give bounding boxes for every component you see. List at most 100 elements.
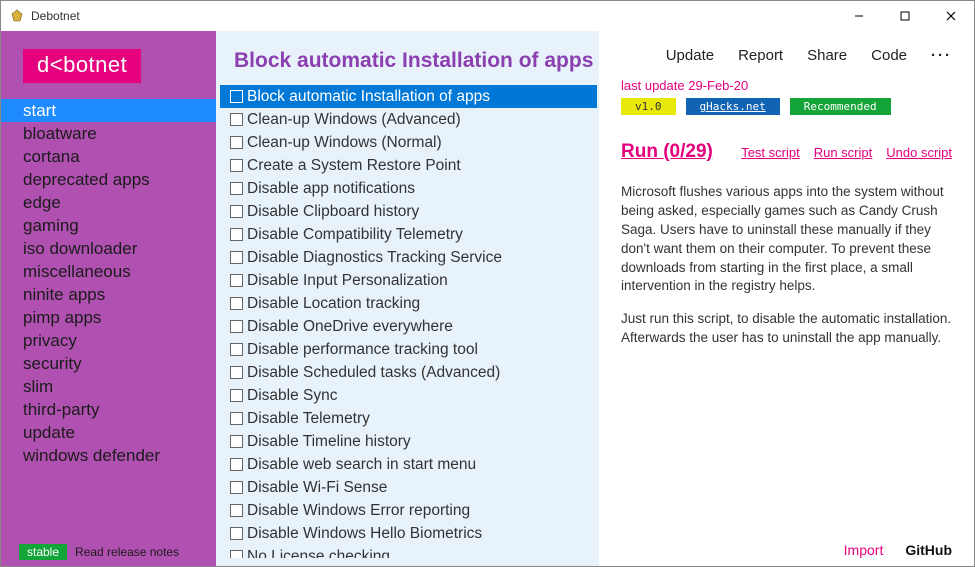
undo-script-link[interactable]: Undo script	[886, 145, 952, 160]
sidebar-footer: stable Read release notes	[1, 544, 216, 560]
list-item[interactable]: Disable performance tracking tool	[220, 338, 597, 361]
checkbox-icon[interactable]	[230, 205, 243, 218]
list-item[interactable]: Block automatic Installation of apps	[220, 85, 597, 108]
list-item-label: Disable Scheduled tasks (Advanced)	[247, 364, 500, 382]
checkbox-icon[interactable]	[230, 136, 243, 149]
checkbox-icon[interactable]	[230, 159, 243, 172]
last-update: last update 29-Feb-20	[621, 78, 952, 93]
stable-badge: stable	[19, 544, 67, 560]
code-link[interactable]: Code	[871, 47, 907, 64]
checkbox-icon[interactable]	[230, 274, 243, 287]
titlebar: Debotnet	[1, 1, 974, 31]
checkbox-icon[interactable]	[230, 435, 243, 448]
sidebar-item-gaming[interactable]: gaming	[1, 214, 216, 237]
window-title: Debotnet	[31, 9, 80, 23]
source-badge[interactable]: gHacks.net	[686, 98, 780, 115]
list-item[interactable]: Disable Input Personalization	[220, 269, 597, 292]
list-item[interactable]: Disable Telemetry	[220, 407, 597, 430]
list-item-label: Create a System Restore Point	[247, 157, 461, 175]
list-item-label: Disable Telemetry	[247, 410, 370, 428]
share-link[interactable]: Share	[807, 47, 847, 64]
description-p2: Just run this script, to disable the aut…	[621, 310, 952, 348]
recommended-badge: Recommended	[790, 98, 891, 115]
version-badge: v1.0	[621, 98, 676, 115]
list-item[interactable]: Disable Location tracking	[220, 292, 597, 315]
list-item[interactable]: Disable Windows Hello Biometrics	[220, 522, 597, 545]
sidebar-item-ninite-apps[interactable]: ninite apps	[1, 283, 216, 306]
description-p1: Microsoft flushes various apps into the …	[621, 183, 952, 296]
run-button[interactable]: Run (0/29)	[621, 141, 713, 163]
checkbox-icon[interactable]	[230, 90, 243, 103]
test-script-link[interactable]: Test script	[741, 145, 800, 160]
sidebar-item-update[interactable]: update	[1, 421, 216, 444]
sidebar-item-edge[interactable]: edge	[1, 191, 216, 214]
details-panel: Update Report Share Code ··· last update…	[599, 31, 974, 566]
list-item-label: Disable web search in start menu	[247, 456, 476, 474]
sidebar-item-pimp-apps[interactable]: pimp apps	[1, 306, 216, 329]
list-item[interactable]: Disable Clipboard history	[220, 200, 597, 223]
nav-list: startbloatwarecortanadeprecated appsedge…	[1, 99, 216, 467]
list-item[interactable]: Disable Diagnostics Tracking Service	[220, 246, 597, 269]
list-item[interactable]: Disable Scheduled tasks (Advanced)	[220, 361, 597, 384]
list-item-label: Disable app notifications	[247, 180, 415, 198]
list-item-label: Disable Clipboard history	[247, 203, 419, 221]
report-link[interactable]: Report	[738, 47, 783, 64]
description: Microsoft flushes various apps into the …	[621, 183, 952, 362]
sidebar-item-security[interactable]: security	[1, 352, 216, 375]
script-list[interactable]: Block automatic Installation of apps Clea…	[220, 85, 599, 558]
sidebar-item-privacy[interactable]: privacy	[1, 329, 216, 352]
import-link[interactable]: Import	[844, 542, 884, 558]
checkbox-icon[interactable]	[230, 297, 243, 310]
checkbox-icon[interactable]	[230, 320, 243, 333]
release-notes-link[interactable]: Read release notes	[75, 545, 179, 559]
list-item[interactable]: Disable Compatibility Telemetry	[220, 223, 597, 246]
maximize-button[interactable]	[882, 1, 928, 31]
list-item-label: Disable Input Personalization	[247, 272, 448, 290]
list-item[interactable]: Clean-up Windows (Advanced)	[220, 108, 597, 131]
sidebar-item-miscellaneous[interactable]: miscellaneous	[1, 260, 216, 283]
checkbox-icon[interactable]	[230, 527, 243, 540]
checkbox-icon[interactable]	[230, 389, 243, 402]
checkbox-icon[interactable]	[230, 412, 243, 425]
list-item[interactable]: Disable Sync	[220, 384, 597, 407]
sidebar-item-slim[interactable]: slim	[1, 375, 216, 398]
sidebar-item-third-party[interactable]: third-party	[1, 398, 216, 421]
more-menu[interactable]: ···	[931, 47, 952, 64]
list-item-label: Disable Windows Hello Biometrics	[247, 525, 482, 543]
checkbox-icon[interactable]	[230, 113, 243, 126]
run-script-link[interactable]: Run script	[814, 145, 873, 160]
minimize-button[interactable]	[836, 1, 882, 31]
list-item[interactable]: Disable app notifications	[220, 177, 597, 200]
list-item[interactable]: Disable OneDrive everywhere	[220, 315, 597, 338]
list-item[interactable]: Disable Wi-Fi Sense	[220, 476, 597, 499]
sidebar-item-bloatware[interactable]: bloatware	[1, 122, 216, 145]
checkbox-icon[interactable]	[230, 481, 243, 494]
list-item-label: Block automatic Installation of apps	[247, 88, 490, 106]
checkbox-icon[interactable]	[230, 228, 243, 241]
checkbox-icon[interactable]	[230, 366, 243, 379]
list-item[interactable]: Disable Timeline history	[220, 430, 597, 453]
close-button[interactable]	[928, 1, 974, 31]
sidebar-item-cortana[interactable]: cortana	[1, 145, 216, 168]
sidebar-item-start[interactable]: start	[1, 99, 216, 122]
list-item[interactable]: Disable Windows Error reporting	[220, 499, 597, 522]
panel-title: Block automatic Installation of apps	[216, 31, 599, 85]
list-item[interactable]: No License checking	[220, 545, 597, 558]
checkbox-icon[interactable]	[230, 458, 243, 471]
github-link[interactable]: GitHub	[905, 542, 952, 558]
checkbox-icon[interactable]	[230, 550, 243, 558]
update-link[interactable]: Update	[666, 47, 714, 64]
app-window: Debotnet d<botnet startbloatwarecortanad…	[0, 0, 975, 567]
list-item-label: Disable OneDrive everywhere	[247, 318, 453, 336]
sidebar-item-windows-defender[interactable]: windows defender	[1, 444, 216, 467]
checkbox-icon[interactable]	[230, 343, 243, 356]
list-item[interactable]: Create a System Restore Point	[220, 154, 597, 177]
checkbox-icon[interactable]	[230, 182, 243, 195]
checkbox-icon[interactable]	[230, 504, 243, 517]
list-item[interactable]: Clean-up Windows (Normal)	[220, 131, 597, 154]
sidebar-item-deprecated-apps[interactable]: deprecated apps	[1, 168, 216, 191]
checkbox-icon[interactable]	[230, 251, 243, 264]
list-item[interactable]: Disable web search in start menu	[220, 453, 597, 476]
sidebar-item-iso-downloader[interactable]: iso downloader	[1, 237, 216, 260]
list-item-label: Clean-up Windows (Advanced)	[247, 111, 461, 129]
